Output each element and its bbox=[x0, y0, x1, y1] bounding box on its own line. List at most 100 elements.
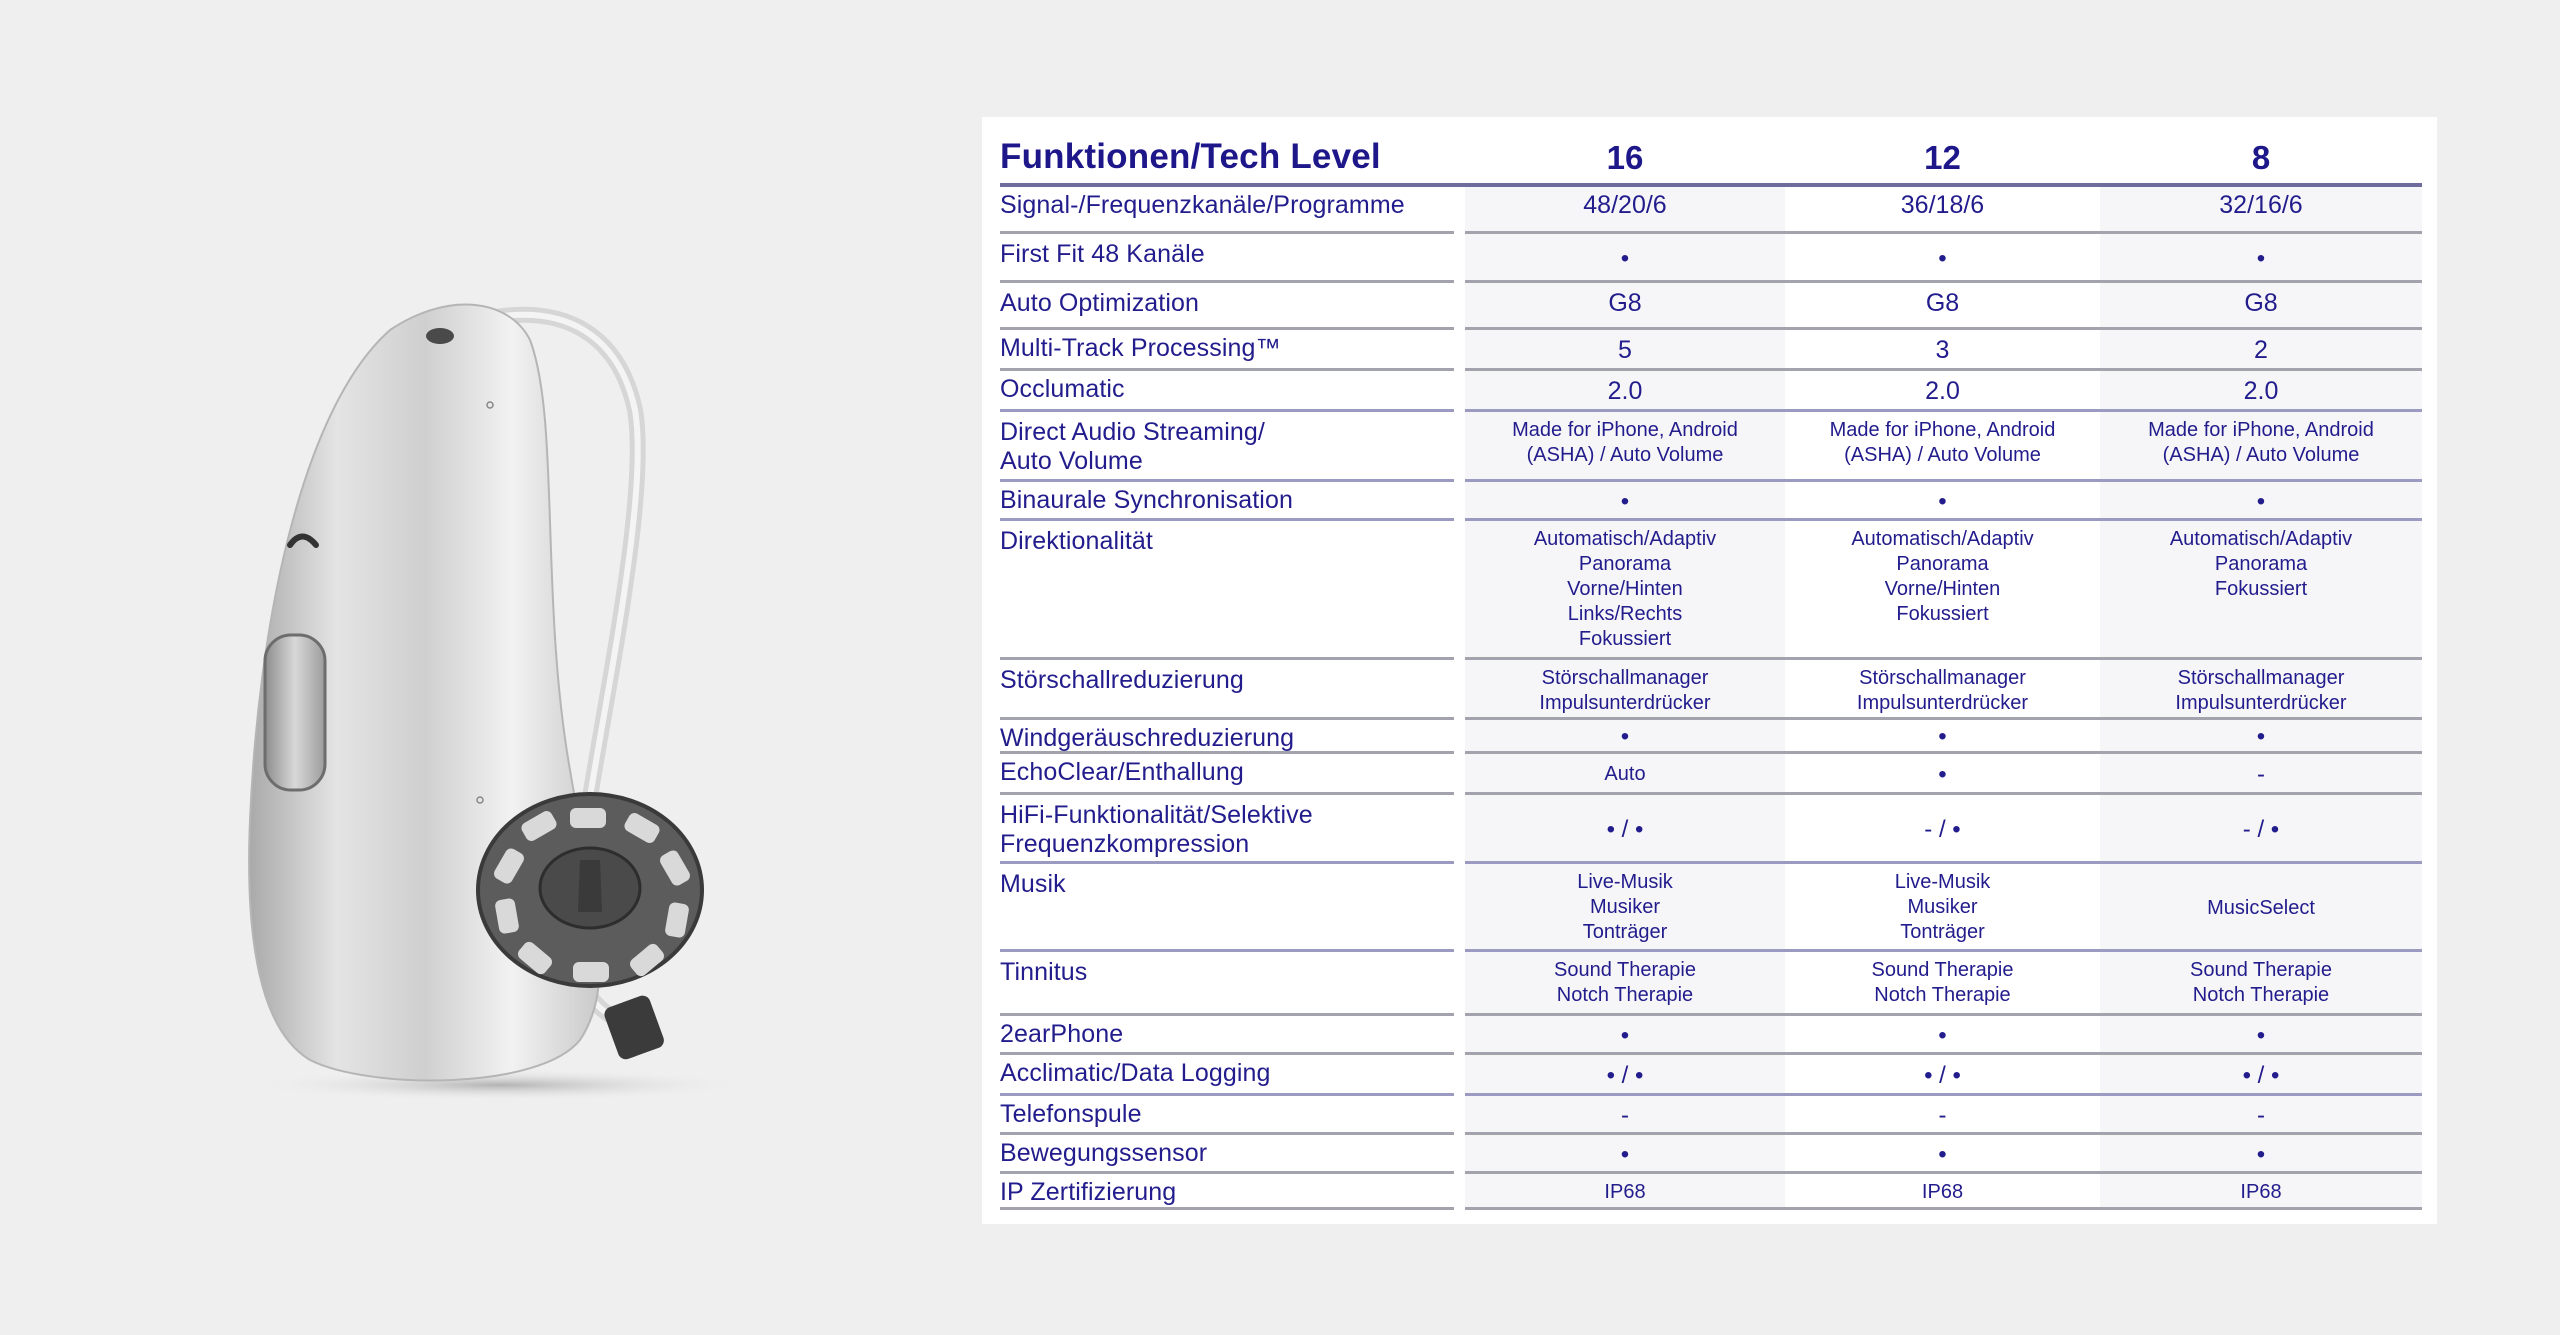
feature-value-level-16: Live-Musik Musiker Tonträger bbox=[1577, 871, 1673, 943]
feature-value-level-8: MusicSelect bbox=[2207, 897, 2315, 919]
table-row: EchoClear/Enthallung Auto • - bbox=[1000, 754, 2422, 795]
feature-value-level-8: - bbox=[2257, 1102, 2265, 1129]
feature-value-level-12: - / • bbox=[1924, 816, 1961, 843]
feature-value-level-12: 3 bbox=[1935, 336, 1950, 364]
row-divider bbox=[1465, 1207, 2422, 1210]
feature-label: Windgeräuschreduzierung bbox=[1000, 724, 1295, 752]
table-row: IP Zertifizierung IP68 IP68 IP68 bbox=[1000, 1174, 2422, 1210]
feature-value-level-16: - bbox=[1621, 1102, 1629, 1129]
table-row: Windgeräuschreduzierung • • • bbox=[1000, 720, 2422, 754]
feature-label: IP Zertifizierung bbox=[1000, 1178, 1177, 1206]
table-row: Auto Optimization G8 G8 G8 bbox=[1000, 283, 2422, 330]
feature-value-level-8: 2.0 bbox=[2243, 377, 2279, 405]
feature-label: Störschallreduzierung bbox=[1000, 666, 1244, 694]
feature-value-level-12: • bbox=[1938, 723, 1947, 750]
table-row: 2earPhone • • • bbox=[1000, 1016, 2422, 1055]
feature-value-level-8: IP68 bbox=[2240, 1181, 2282, 1203]
feature-value-level-16: • bbox=[1620, 723, 1630, 750]
feature-value-level-16: G8 bbox=[1608, 289, 1642, 317]
feature-value-level-8: Sound Therapie Notch Therapie bbox=[2190, 959, 2332, 1006]
feature-value-level-16: • bbox=[1620, 245, 1630, 272]
feature-value-level-8: - bbox=[2257, 761, 2265, 788]
feature-label: Bewegungssensor bbox=[1000, 1139, 1208, 1167]
feature-value-level-16: IP68 bbox=[1604, 1181, 1646, 1203]
table-row: Acclimatic/Data Logging • / • • / • • / • bbox=[1000, 1055, 2422, 1096]
row-divider bbox=[1000, 1207, 1454, 1210]
feature-value-level-8: 2 bbox=[2254, 336, 2268, 364]
feature-label: Telefonspule bbox=[1000, 1100, 1142, 1128]
feature-value-level-8: • bbox=[2256, 245, 2266, 272]
feature-value-level-8: G8 bbox=[2244, 289, 2278, 317]
feature-label: Occlumatic bbox=[1000, 375, 1125, 403]
feature-value-level-16: • / • bbox=[1606, 816, 1644, 843]
feature-value-level-16: Störschallmanager Impulsunterdrücker bbox=[1539, 667, 1711, 714]
table-row: Telefonspule - - - bbox=[1000, 1096, 2422, 1135]
feature-value-level-16: • / • bbox=[1606, 1062, 1644, 1089]
feature-label: Acclimatic/Data Logging bbox=[1000, 1059, 1271, 1087]
microphone-port bbox=[426, 328, 454, 344]
feature-value-level-8: • bbox=[2256, 488, 2266, 515]
feature-value-level-16: 2.0 bbox=[1607, 377, 1643, 405]
feature-value-level-8: • / • bbox=[2242, 1062, 2280, 1089]
table-row: Direktionalität Automatisch/Adaptiv Panor… bbox=[1000, 521, 2422, 660]
feature-value-level-12: • / • bbox=[1924, 1062, 1961, 1089]
feature-value-level-16: Automatisch/Adaptiv Panorama Vorne/Hinte… bbox=[1533, 528, 1717, 650]
feature-value-level-8: • bbox=[2256, 723, 2266, 750]
feature-value-level-16: Made for iPhone, Android (ASHA) / Auto V… bbox=[1512, 419, 1738, 466]
feature-value-level-12: • bbox=[1938, 1141, 1947, 1168]
table-row: Direct Audio Streaming/ Auto Volume Made … bbox=[1000, 412, 2422, 482]
table-title: Funktionen/Tech Level bbox=[1000, 137, 1381, 176]
feature-value-level-8: 32/16/6 bbox=[2219, 191, 2303, 219]
feature-label: Auto Optimization bbox=[1000, 289, 1200, 317]
feature-label: Musik bbox=[1000, 870, 1066, 898]
feature-value-level-8: Automatisch/Adaptiv Panorama Fokussiert bbox=[2169, 528, 2353, 600]
feature-label: Direct Audio Streaming/ Auto Volume bbox=[1000, 418, 1265, 475]
feature-value-level-12: G8 bbox=[1925, 289, 1960, 317]
push-button bbox=[263, 633, 327, 792]
feature-value-level-12: - bbox=[1938, 1102, 1947, 1129]
feature-value-level-12: • bbox=[1938, 488, 1947, 515]
feature-value-level-12: Störschallmanager Impulsunterdrücker bbox=[1856, 667, 2029, 714]
table-row: Musik Live-Musik Musiker Tonträger Live-Mu… bbox=[1000, 864, 2422, 952]
table-row: Multi-Track Processing™ 5 3 2 bbox=[1000, 330, 2422, 371]
feature-value-level-12: • bbox=[1938, 1022, 1947, 1049]
tech-level-8: 8 bbox=[2251, 139, 2271, 176]
feature-value-level-8: - / • bbox=[2242, 816, 2280, 843]
feature-value-level-8: • bbox=[2256, 1141, 2266, 1168]
feature-label: First Fit 48 Kanäle bbox=[1000, 240, 1205, 268]
feature-value-level-12: Made for iPhone, Android (ASHA) / Auto V… bbox=[1829, 419, 2056, 466]
feature-value-level-12: 2.0 bbox=[1925, 377, 1960, 405]
feature-value-level-12: • bbox=[1938, 245, 1947, 272]
feature-value-level-8: Made for iPhone, Android (ASHA) / Auto V… bbox=[2148, 419, 2374, 466]
feature-value-level-16: • bbox=[1620, 488, 1630, 515]
table-row: Occlumatic 2.0 2.0 2.0 bbox=[1000, 371, 2422, 412]
tech-level-12: 12 bbox=[1924, 139, 1961, 176]
feature-value-level-16: 5 bbox=[1618, 336, 1632, 364]
table-row: Störschallreduzierung Störschallmanager I… bbox=[1000, 660, 2422, 720]
feature-value-level-8: • bbox=[2256, 1022, 2266, 1049]
feature-label: Binaurale Synchronisation bbox=[1000, 486, 1293, 514]
feature-label: Multi-Track Processing™ bbox=[1000, 334, 1281, 362]
table-row: Tinnitus Sound Therapie Notch Therapie Sou… bbox=[1000, 952, 2422, 1016]
table-row: HiFi-Funktionalität/Selektive Frequenzko… bbox=[1000, 795, 2422, 864]
table-row: Bewegungssensor • • • bbox=[1000, 1135, 2422, 1174]
feature-label: EchoClear/Enthallung bbox=[1000, 758, 1244, 786]
feature-value-level-12: 36/18/6 bbox=[1900, 191, 1985, 219]
feature-value-level-12: Live-Musik Musiker Tonträger bbox=[1894, 871, 1991, 943]
table-row: Binaurale Synchronisation • • • bbox=[1000, 482, 2422, 521]
feature-value-level-16: Auto bbox=[1604, 763, 1646, 785]
feature-value-level-12: Sound Therapie Notch Therapie bbox=[1871, 959, 2014, 1006]
table-row: Signal-/Frequenzkanäle/Programme 48/20/6 3… bbox=[1000, 185, 2422, 234]
feature-comparison-table: Funktionen/Tech Level 16 12 8 Signal-/Fr… bbox=[1000, 117, 2422, 1210]
feature-value-level-16: • bbox=[1620, 1022, 1630, 1049]
comparison-table-panel: Funktionen/Tech Level 16 12 8 Signal-/Fr… bbox=[982, 117, 2437, 1224]
hearing-aid-image bbox=[240, 300, 800, 1120]
feature-value-level-16: 48/20/6 bbox=[1583, 191, 1667, 219]
feature-label: Direktionalität bbox=[1000, 527, 1153, 555]
tech-level-16: 16 bbox=[1606, 139, 1644, 176]
feature-label: 2earPhone bbox=[1000, 1020, 1124, 1048]
feature-value-level-16: Sound Therapie Notch Therapie bbox=[1554, 959, 1696, 1006]
table-row: First Fit 48 Kanäle • • • bbox=[1000, 234, 2422, 283]
feature-value-level-12: IP68 bbox=[1921, 1181, 1964, 1203]
feature-value-level-12: Automatisch/Adaptiv Panorama Vorne/Hinte… bbox=[1851, 528, 2034, 625]
